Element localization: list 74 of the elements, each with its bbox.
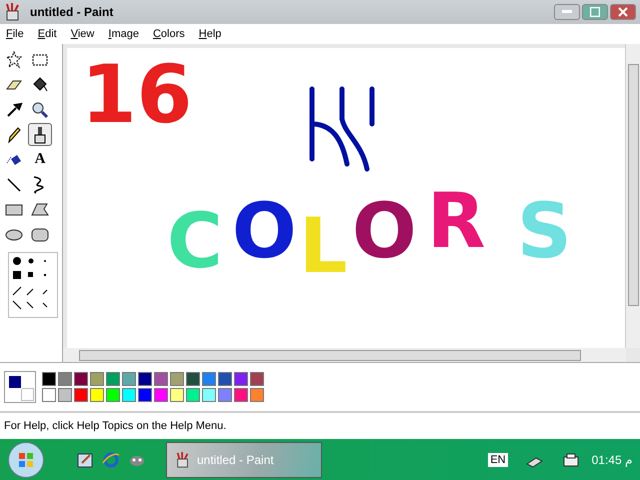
maximize-button[interactable] — [582, 4, 608, 20]
rounded-rect-icon — [31, 226, 49, 244]
background-color-swatch[interactable] — [21, 388, 34, 401]
close-button[interactable] — [610, 4, 636, 20]
color-swatch[interactable] — [218, 372, 232, 386]
color-swatch[interactable] — [122, 372, 136, 386]
color-swatch[interactable] — [202, 388, 216, 402]
polygon-icon — [31, 200, 49, 218]
printer-icon[interactable] — [562, 452, 580, 468]
scroll-thumb[interactable] — [79, 350, 581, 361]
scroll-thumb[interactable] — [628, 64, 639, 306]
painted-letter: R — [427, 183, 486, 259]
color-swatch[interactable] — [106, 372, 120, 386]
color-swatch[interactable] — [138, 388, 152, 402]
browser-icon[interactable] — [102, 450, 120, 468]
color-swatch[interactable] — [90, 388, 104, 402]
free-select-icon — [5, 50, 23, 68]
brush-tool[interactable] — [28, 123, 52, 146]
menu-item[interactable]: View — [70, 28, 94, 40]
color-swatch[interactable] — [154, 372, 168, 386]
maximize-icon — [590, 7, 600, 17]
menu-item[interactable]: Colors — [152, 28, 185, 40]
fill-icon — [31, 76, 49, 94]
color-swatch[interactable] — [218, 388, 232, 402]
brush-shape-options-drawing[interactable] — [8, 252, 58, 318]
text-tool[interactable]: A — [28, 148, 52, 171]
line-icon — [5, 176, 23, 194]
color-swatch[interactable] — [154, 388, 168, 402]
color-swatch[interactable] — [42, 372, 56, 386]
color-swatch[interactable] — [138, 372, 152, 386]
drawing-canvas[interactable]: 16 C OLO R S — [67, 48, 625, 348]
color-swatch[interactable] — [234, 388, 248, 402]
color-swatch[interactable] — [106, 388, 120, 402]
painted-letter: O — [352, 193, 417, 269]
picker-icon — [5, 100, 23, 118]
color-swatch[interactable] — [170, 388, 184, 402]
color-swatch[interactable] — [58, 372, 72, 386]
color-swatch[interactable] — [186, 388, 200, 402]
minimize-button[interactable] — [554, 4, 580, 20]
desktop-icon[interactable] — [76, 450, 94, 468]
pencil-icon — [5, 126, 23, 144]
clock: 01:45 م — [592, 452, 632, 466]
magnifier-icon — [31, 100, 49, 118]
color-swatch[interactable] — [170, 372, 184, 386]
color-swatch[interactable] — [234, 372, 248, 386]
painted-letter: L — [299, 208, 348, 284]
status-text: For Help, click Help Topics on the Help Menu. — [4, 420, 226, 432]
menu-item[interactable]: Image — [108, 28, 139, 40]
color-swatch[interactable] — [186, 372, 200, 386]
color-swatch[interactable] — [74, 372, 88, 386]
language-indicator[interactable]: EN — [488, 452, 508, 466]
color-swatch[interactable] — [122, 388, 136, 402]
color-swatch[interactable] — [250, 372, 264, 386]
window-title: untitled - Paint — [30, 5, 114, 19]
painted-letter: S — [517, 193, 572, 269]
painted-letter: O — [232, 193, 297, 269]
menu-item[interactable]: File — [6, 28, 24, 40]
color-swatch[interactable] — [74, 388, 88, 402]
start-button[interactable] — [8, 442, 44, 478]
color-swatch[interactable] — [250, 388, 264, 402]
painted-number: 16 — [81, 48, 192, 141]
minimize-icon — [562, 10, 572, 14]
color-swatch[interactable] — [42, 388, 56, 402]
close-icon — [618, 7, 628, 17]
paint-brushes-icon — [175, 452, 191, 468]
painted-letter: C — [167, 203, 223, 279]
menu-item[interactable]: Edit — [38, 28, 57, 40]
color-swatch[interactable] — [90, 372, 104, 386]
horizontal-scrollbar[interactable] — [63, 348, 626, 362]
vertical-scrollbar[interactable] — [625, 44, 640, 348]
color-swatch[interactable] — [58, 388, 72, 402]
color-swatch[interactable] — [202, 372, 216, 386]
menu-item[interactable]: Help — [198, 28, 222, 40]
foreground-color-swatch[interactable] — [8, 375, 22, 389]
